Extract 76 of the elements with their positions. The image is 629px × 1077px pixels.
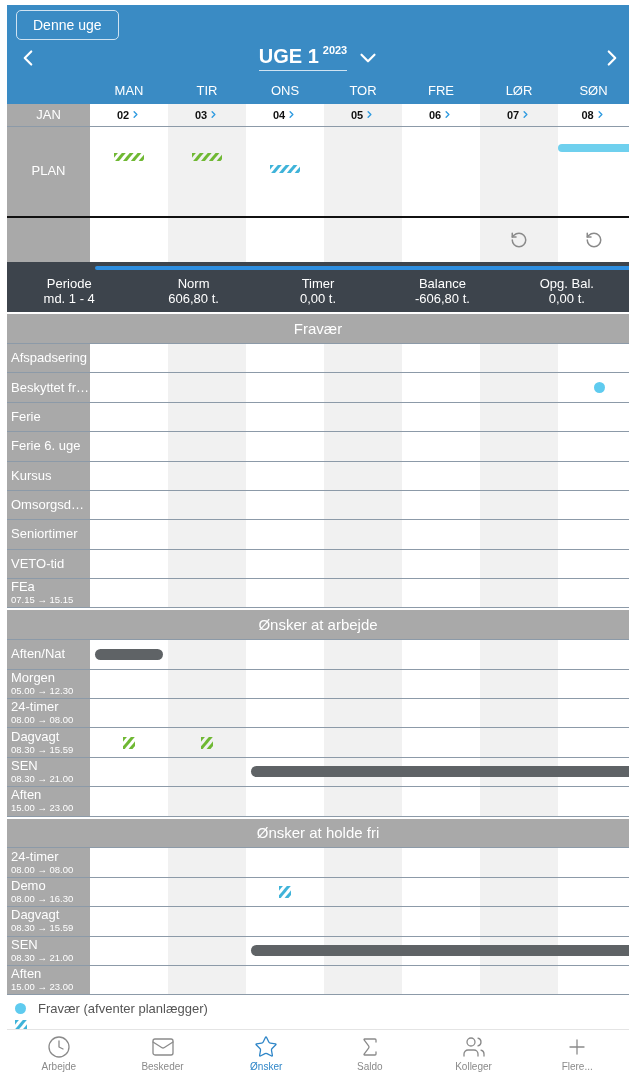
- row-time: 08.00 → 08.00: [11, 714, 75, 727]
- row-time: 08.30 → 21.00: [11, 772, 75, 785]
- row-name: Seniortimer: [11, 527, 79, 542]
- day-name: TIR: [195, 82, 219, 98]
- wish-bar: [95, 648, 163, 660]
- star-icon: [254, 1035, 279, 1059]
- stat-label: Opg. Bal.: [539, 276, 594, 292]
- row-name: SEN: [11, 937, 39, 952]
- people-icon: [461, 1035, 486, 1059]
- undo-icon[interactable]: [510, 230, 528, 249]
- nav-tab[interactable]: Ønsker: [214, 1030, 318, 1077]
- month-label: JAN: [35, 107, 62, 122]
- section-header: Ønsker at arbejde: [7, 610, 629, 641]
- nav-tab[interactable]: Kolleger: [421, 1030, 526, 1077]
- plan-label: PLAN: [30, 164, 67, 179]
- nav-tab[interactable]: Beskeder: [110, 1030, 215, 1077]
- day-name: MAN: [113, 82, 145, 98]
- year-label: 2023: [322, 44, 348, 56]
- row-time: 07.15 → 15.15: [11, 594, 75, 607]
- date-link[interactable]: 03: [168, 104, 246, 126]
- row-time: 08.00 → 16.30: [11, 892, 75, 905]
- day-name: LØR: [504, 82, 534, 98]
- stat-value: 606,80 t.: [168, 291, 219, 307]
- nav-tab[interactable]: Saldo: [318, 1030, 422, 1077]
- row-name: FEa: [11, 580, 36, 595]
- row-name: 24-timer: [11, 700, 60, 715]
- date-link[interactable]: 02: [90, 104, 168, 126]
- row-name: Beskyttet fr…: [11, 380, 90, 395]
- nav-tab[interactable]: Arbejde: [7, 1030, 111, 1077]
- clock-icon: [46, 1035, 71, 1059]
- stat-value: 0,00 t.: [548, 291, 585, 307]
- stat-label: Balance: [418, 276, 466, 292]
- stat-label: Norm: [177, 276, 210, 292]
- row-name: Aften: [11, 788, 43, 803]
- row-name: Demo: [11, 878, 47, 893]
- day-name: FRE: [427, 82, 455, 98]
- row-name: 24-timer: [11, 849, 60, 864]
- row-time: 08.30 → 21.00: [11, 951, 75, 964]
- row-time: 05.00 → 12.30: [11, 684, 75, 697]
- nav-tab[interactable]: Flere...: [525, 1030, 629, 1077]
- row-name: Morgen: [11, 670, 57, 685]
- row-name: Ferie 6. uge: [11, 439, 82, 454]
- this-week-button[interactable]: Denne uge: [16, 10, 119, 40]
- date-link[interactable]: 06: [402, 104, 480, 126]
- stat-value: -606,80 t.: [414, 291, 470, 307]
- date-link[interactable]: 05: [324, 104, 402, 126]
- date-link[interactable]: 07: [480, 104, 558, 126]
- row-name: Kursus: [11, 468, 53, 483]
- row-time: 15.00 → 23.00: [11, 802, 75, 815]
- row-name: Dagvagt: [11, 908, 61, 923]
- day-name: SØN: [578, 82, 609, 98]
- row-time: 08.30 → 15.59: [11, 922, 75, 935]
- row-name: SEN: [11, 758, 39, 773]
- stat-value: md. 1 - 4: [43, 291, 95, 307]
- date-link[interactable]: 08: [558, 104, 629, 126]
- row-name: Afspadsering: [11, 351, 88, 366]
- row-name: Dagvagt: [11, 729, 61, 744]
- row-name: Aften: [11, 967, 43, 982]
- row-name: Omsorgsd…: [11, 498, 85, 513]
- day-name: ONS: [269, 82, 301, 98]
- undo-icon[interactable]: [584, 230, 603, 249]
- section-header: Fravær: [7, 314, 629, 344]
- row-name: Ferie: [11, 409, 42, 424]
- day-name: TOR: [348, 82, 378, 98]
- row-name: Aften/Nat: [11, 647, 67, 662]
- row-time: 15.00 → 23.00: [11, 981, 75, 994]
- row-time: 08.30 → 15.59: [11, 743, 75, 756]
- stat-label: Timer: [301, 276, 335, 292]
- row-time: 08.00 → 08.00: [11, 863, 75, 876]
- section-header: Ønsker at holde fri: [7, 818, 629, 849]
- stat-label: Periode: [46, 276, 92, 292]
- envelope-icon: [150, 1035, 175, 1059]
- legend-text: Fravær (afventer planlægger): [38, 1001, 208, 1017]
- date-link[interactable]: 04: [246, 104, 324, 126]
- stat-value: 0,00 t.: [299, 291, 337, 307]
- row-name: VETO-tid: [11, 556, 66, 571]
